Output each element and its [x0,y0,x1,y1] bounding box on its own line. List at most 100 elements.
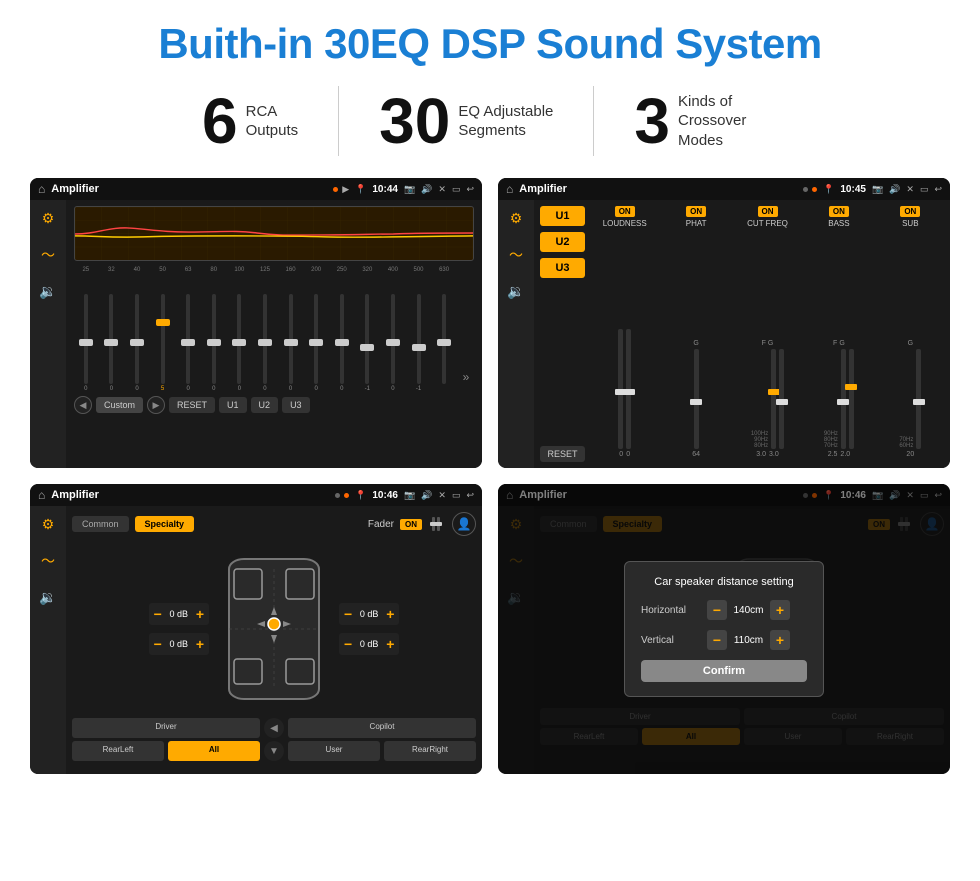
ch-bass-thumb-2[interactable] [845,384,857,390]
eq-thumb-11[interactable] [335,339,349,346]
vol-rr-plus[interactable]: + [386,636,394,652]
vol-rl-plus[interactable]: + [196,636,204,652]
eq-thumb-14[interactable] [412,344,426,351]
ch-phat-thumb[interactable] [690,399,702,405]
eq-track-7[interactable] [237,294,241,384]
crossover-reset-btn[interactable]: RESET [540,446,585,462]
crossover-home-icon[interactable]: ⌂ [506,182,513,196]
eq-expand-btn[interactable]: » [458,370,474,384]
ch-bass-thumb-1[interactable] [837,399,849,405]
eq-track-15[interactable] [442,294,446,384]
crossover-u1-btn[interactable]: U1 [540,206,585,226]
eq-home-icon[interactable]: ⌂ [38,182,45,196]
eq-track-3[interactable] [135,294,139,384]
eq-track-2[interactable] [109,294,113,384]
eq-next-btn[interactable]: ▶ [147,396,165,414]
fader-wave-icon[interactable]: 〜 [41,551,55,571]
ch-cutfreq-thumb-1[interactable] [768,389,780,395]
eq-u3-btn[interactable]: U3 [282,397,310,413]
ch-sub-track[interactable] [916,349,921,449]
eq-track-5[interactable] [186,294,190,384]
eq-track-10[interactable] [314,294,318,384]
eq-thumb-10[interactable] [309,339,323,346]
fader-copilot-btn[interactable]: Copilot [288,718,476,738]
ch-loudness-thumb-2[interactable] [623,389,635,395]
fader-on-badge[interactable]: ON [400,519,422,530]
eq-u2-btn[interactable]: U2 [251,397,279,413]
ch-bass-track-1[interactable] [841,349,846,449]
eq-track-6[interactable] [212,294,216,384]
fader-tab-specialty[interactable]: Specialty [135,516,195,532]
fader-driver-btn[interactable]: Driver [72,718,260,738]
fader-tune-icon[interactable]: ⚙ [42,516,55,533]
vol-fl-minus[interactable]: − [154,606,162,622]
fader-user-icon-btn[interactable]: 👤 [452,512,476,536]
fader-left-arrow[interactable]: ◀ [264,718,284,738]
dialog-vertical-plus[interactable]: + [770,630,790,650]
eq-thumb-1[interactable] [79,339,93,346]
ch-bass-track-2[interactable] [849,349,854,449]
eq-thumb-5[interactable] [181,339,195,346]
eq-reset-btn[interactable]: RESET [169,397,215,413]
eq-track-12[interactable] [365,294,369,384]
fader-home-icon[interactable]: ⌂ [38,488,45,502]
eq-back-icon[interactable]: ↩ [466,184,474,195]
vol-rl-minus[interactable]: − [154,636,162,652]
vol-fl-plus[interactable]: + [196,606,204,622]
eq-wave-icon[interactable]: 〜 [41,245,55,265]
eq-thumb-6[interactable] [207,339,221,346]
dialog-confirm-btn[interactable]: Confirm [641,660,807,682]
crossover-u2-btn[interactable]: U2 [540,232,585,252]
eq-prev-btn[interactable]: ◀ [74,396,92,414]
fader-user-btn[interactable]: User [288,741,380,761]
vol-fr-minus[interactable]: − [344,606,352,622]
ch-phat-on[interactable]: ON [686,206,706,217]
fader-rearright-btn[interactable]: RearRight [384,741,476,761]
ch-cutfreq-track-2[interactable] [779,349,784,449]
eq-thumb-2[interactable] [104,339,118,346]
ch-sub-on[interactable]: ON [900,206,920,217]
ch-loudness-on[interactable]: ON [615,206,635,217]
fader-all-btn[interactable]: All [168,741,260,761]
eq-track-1[interactable] [84,294,88,384]
eq-u1-btn[interactable]: U1 [219,397,247,413]
eq-thumb-12[interactable] [360,344,374,351]
eq-thumb-3[interactable] [130,339,144,346]
eq-thumb-13[interactable] [386,339,400,346]
eq-track-14[interactable] [417,294,421,384]
ch-sub-thumb[interactable] [913,399,925,405]
ch-phat-track[interactable] [694,349,699,449]
ch-bass-on[interactable]: ON [829,206,849,217]
eq-track-4[interactable] [161,294,165,384]
eq-vol-side-icon[interactable]: 🔉 [39,283,56,300]
cross-tune-icon[interactable]: ⚙ [510,210,523,227]
vol-rr-minus[interactable]: − [344,636,352,652]
fader-back-icon[interactable]: ↩ [466,490,474,501]
fader-tab-common[interactable]: Common [72,516,129,532]
dialog-horizontal-plus[interactable]: + [770,600,790,620]
ch-loudness-track-2[interactable] [626,329,631,449]
eq-track-8[interactable] [263,294,267,384]
eq-tune-icon[interactable]: ⚙ [42,210,55,227]
ch-cutfreq-thumb-2[interactable] [776,399,788,405]
eq-thumb-9[interactable] [284,339,298,346]
dialog-vertical-minus[interactable]: − [707,630,727,650]
fader-screen-content: ⚙ 〜 🔉 Common Specialty Fader ON [30,506,482,774]
fader-vol-side-icon[interactable]: 🔉 [39,589,56,606]
eq-thumb-7[interactable] [232,339,246,346]
eq-thumb-4[interactable] [156,319,170,326]
eq-track-11[interactable] [340,294,344,384]
cross-wave-icon[interactable]: 〜 [509,245,523,265]
ch-cutfreq-on[interactable]: ON [758,206,778,217]
eq-thumb-8[interactable] [258,339,272,346]
eq-thumb-15[interactable] [437,339,451,346]
eq-track-13[interactable] [391,294,395,384]
fader-rearleft-btn[interactable]: RearLeft [72,741,164,761]
eq-track-9[interactable] [289,294,293,384]
cross-vol-side-icon[interactable]: 🔉 [507,283,524,300]
cross-back-icon[interactable]: ↩ [934,184,942,195]
crossover-u3-btn[interactable]: U3 [540,258,585,278]
dialog-horizontal-minus[interactable]: − [707,600,727,620]
fader-down-arrow[interactable]: ▼ [264,741,284,761]
vol-fr-plus[interactable]: + [386,606,394,622]
